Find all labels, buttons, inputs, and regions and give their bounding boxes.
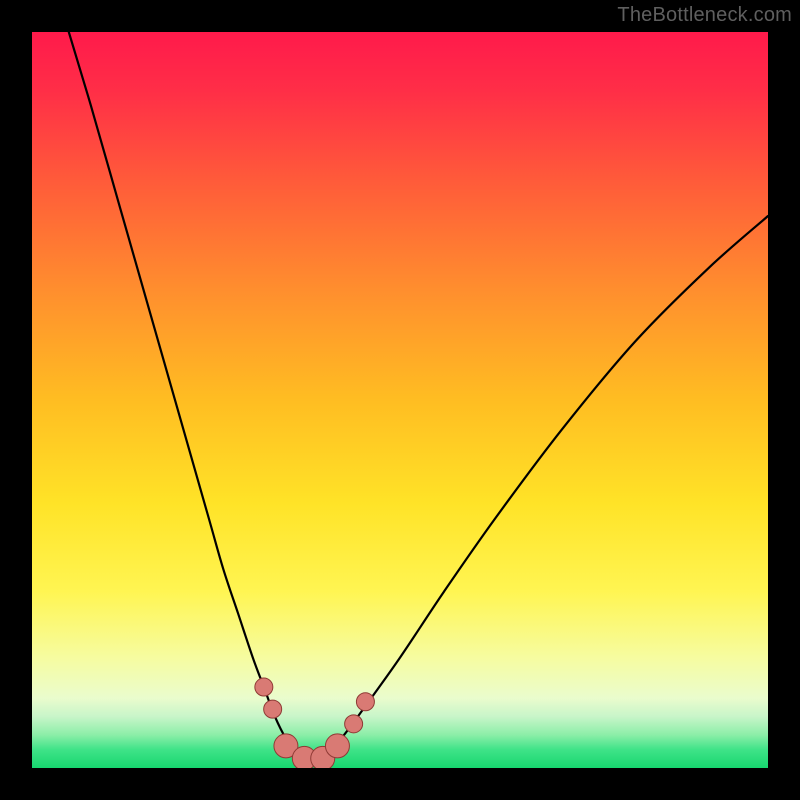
plot-area [32, 32, 768, 768]
gradient-background [32, 32, 768, 768]
chart-frame: TheBottleneck.com [0, 0, 800, 800]
attribution-watermark: TheBottleneck.com [617, 4, 792, 27]
